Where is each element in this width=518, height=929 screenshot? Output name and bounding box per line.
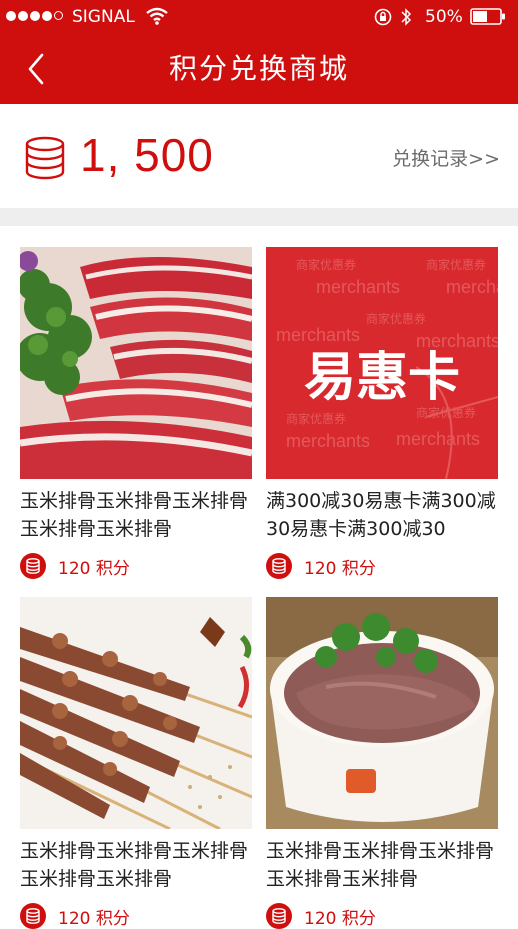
signal-strength-icon xyxy=(6,11,63,21)
status-bar: SIGNAL 50% xyxy=(0,0,518,34)
coin-icon xyxy=(20,553,46,579)
svg-text:merchants: merchants xyxy=(316,277,400,297)
product-price: 120 积分 xyxy=(304,908,376,929)
svg-text:merchants: merchants xyxy=(446,277,498,297)
nav-bar: 积分兑换商城 xyxy=(0,34,518,104)
section-divider xyxy=(0,208,518,226)
svg-text:商家优惠券: 商家优惠券 xyxy=(296,257,356,272)
product-price: 120 积分 xyxy=(304,558,376,579)
svg-text:商家优惠券: 商家优惠券 xyxy=(366,311,426,326)
svg-text:商家优惠券: 商家优惠券 xyxy=(426,257,486,272)
product-price: 120 积分 xyxy=(58,558,130,579)
product-title: 满300减30易惠卡满300减30易惠卡满300减30 xyxy=(266,490,496,540)
bluetooth-icon xyxy=(401,8,412,26)
coin-stack-icon xyxy=(25,136,65,180)
svg-text:merchants: merchants xyxy=(396,429,480,449)
price-row: 120 积分 xyxy=(266,553,498,579)
exchange-record-link[interactable]: 兑换记录>> xyxy=(392,144,500,171)
product-image-beef-bowl xyxy=(266,597,498,829)
svg-text:商家优惠券: 商家优惠券 xyxy=(286,411,346,426)
product-image-coupon: 商家优惠券 商家优惠券 merchants merchants 商家优惠券 me… xyxy=(266,247,498,479)
battery-percent: 50% xyxy=(425,7,463,27)
points-summary: 1, 500 兑换记录>> xyxy=(0,104,518,208)
carrier-name: SIGNAL xyxy=(72,7,135,27)
product-card[interactable]: 商家优惠券 商家优惠券 merchants merchants 商家优惠券 me… xyxy=(266,247,498,579)
product-card[interactable]: 玉米排骨玉米排骨玉米排骨玉米排骨玉米排骨 120 积分 xyxy=(20,597,252,929)
product-image-skewers xyxy=(20,597,252,829)
coin-icon xyxy=(266,553,292,579)
product-image-lamb-slices xyxy=(20,247,252,479)
product-card[interactable]: 玉米排骨玉米排骨玉米排骨玉米排骨玉米排骨 120 积分 xyxy=(20,247,252,579)
price-row: 120 积分 xyxy=(266,903,498,929)
product-title: 玉米排骨玉米排骨玉米排骨玉米排骨玉米排骨 xyxy=(20,490,249,540)
svg-text:merchants: merchants xyxy=(286,431,370,451)
page-title: 积分兑换商城 xyxy=(168,52,349,85)
product-price: 120 积分 xyxy=(58,908,130,929)
product-grid: 玉米排骨玉米排骨玉米排骨玉米排骨玉米排骨 120 积分 商家优惠券 商家优惠券 xyxy=(0,226,518,929)
coin-icon xyxy=(20,903,46,929)
product-card[interactable]: 玉米排骨玉米排骨玉米排骨玉米排骨玉米排骨 120 积分 xyxy=(266,597,498,929)
product-title: 玉米排骨玉米排骨玉米排骨玉米排骨玉米排骨 xyxy=(20,840,249,890)
header: SIGNAL 50% 积分兑换商城 xyxy=(0,0,518,104)
points-balance: 1, 500 xyxy=(80,129,214,181)
wifi-icon xyxy=(146,7,168,25)
product-title: 玉米排骨玉米排骨玉米排骨玉米排骨玉米排骨 xyxy=(266,840,495,890)
battery-icon xyxy=(470,8,505,25)
svg-text:易惠卡: 易惠卡 xyxy=(304,347,460,408)
svg-text:merchants: merchants xyxy=(276,325,360,345)
coin-icon xyxy=(266,903,292,929)
price-row: 120 积分 xyxy=(20,903,252,929)
price-row: 120 积分 xyxy=(20,553,252,579)
rotation-lock-icon xyxy=(374,8,392,26)
